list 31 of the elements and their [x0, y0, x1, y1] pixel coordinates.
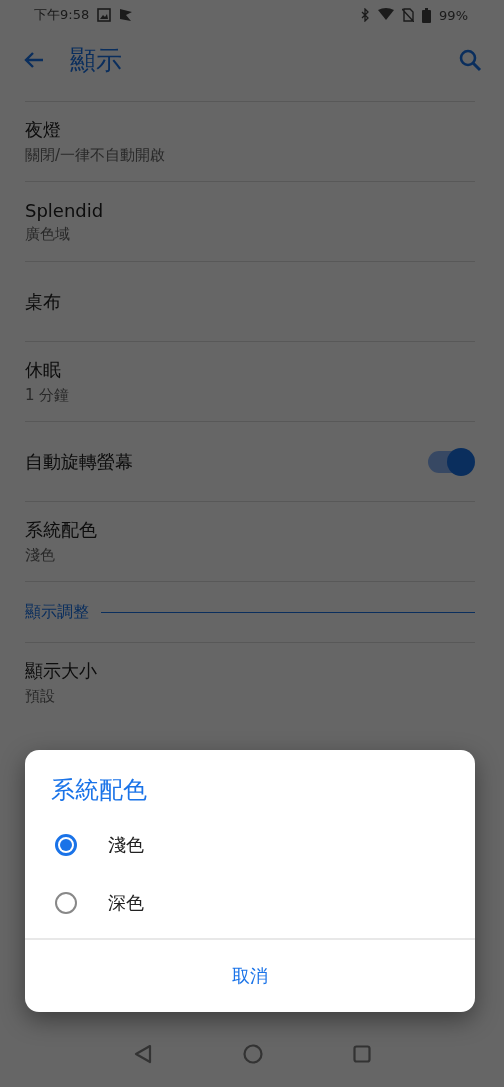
no-sim-icon: [402, 8, 415, 22]
setting-title[interactable]: 休眠: [25, 358, 475, 382]
image-icon: [97, 8, 112, 22]
setting-summary: 淺色: [25, 546, 56, 565]
setting-summary: 1 分鐘: [25, 386, 71, 405]
setting-title[interactable]: 桌布: [25, 289, 475, 314]
search-icon[interactable]: [458, 48, 482, 72]
setting-title[interactable]: 自動旋轉螢幕: [25, 449, 133, 474]
back-triangle-icon[interactable]: [133, 1044, 153, 1064]
setting-summary: 預設: [25, 687, 56, 706]
radio-option[interactable]: 深色: [25, 874, 475, 932]
battery-icon: [422, 7, 432, 23]
home-circle-icon[interactable]: [243, 1044, 263, 1064]
status-time: 下午9:58: [34, 6, 90, 24]
setting-title[interactable]: 夜燈: [25, 118, 475, 142]
setting-title[interactable]: 顯示大小: [25, 659, 475, 683]
cancel-button[interactable]: 取消: [216, 956, 284, 996]
setting-summary: 廣色域: [25, 224, 71, 244]
battery-level: 99%: [439, 7, 468, 23]
radio-option[interactable]: 淺色: [25, 816, 475, 874]
radio-button[interactable]: [55, 892, 77, 914]
overview-square-icon[interactable]: [353, 1045, 371, 1063]
flag-icon: [119, 8, 134, 22]
section-header: 顯示調整: [25, 601, 89, 623]
wifi-icon: [378, 8, 395, 22]
bluetooth-icon: [360, 8, 371, 22]
radio-button[interactable]: [55, 834, 77, 856]
screen-title: 顯示: [70, 43, 123, 77]
setting-title[interactable]: 系統配色: [25, 518, 475, 542]
setting-title[interactable]: Splendid: [25, 199, 475, 221]
dialog-title: 系統配色: [50, 775, 148, 806]
